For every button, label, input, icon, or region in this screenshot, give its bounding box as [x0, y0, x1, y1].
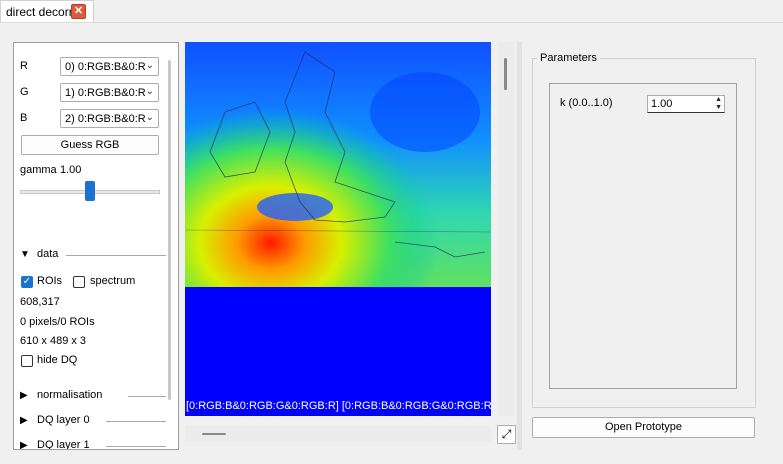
collapse-triangle-icon: ▼: [20, 249, 30, 260]
divider: [128, 396, 166, 397]
guess-rgb-button[interactable]: Guess RGB: [21, 135, 159, 155]
left-panel-scrollbar[interactable]: [168, 60, 171, 400]
channel-r-value: 0) 0:RGB:B&0:R: [65, 61, 146, 73]
image-dimensions: 610 x 489 x 3: [20, 335, 87, 347]
normalisation-label: normalisation: [37, 389, 103, 401]
channel-g-value: 1) 0:RGB:B&0:R: [65, 87, 146, 99]
data-section-label: data: [37, 248, 59, 260]
channel-r-select[interactable]: 0) 0:RGB:B&0:R ⌄: [60, 57, 159, 76]
hide-dq-label: hide DQ: [37, 354, 78, 366]
image-horizontal-scrollbar[interactable]: [185, 426, 491, 442]
gamma-label: gamma: [20, 164, 57, 176]
channel-r-label: R: [20, 60, 28, 72]
divider: [106, 421, 166, 422]
channel-b-label: B: [20, 112, 28, 124]
image-vertical-scrollbar[interactable]: [498, 42, 514, 416]
left-control-panel: R 0) 0:RGB:B&0:R ⌄ G 1) 0:RGB:B&0:R ⌄ B …: [13, 42, 179, 450]
chevron-down-icon: ⌄: [145, 60, 154, 71]
parameters-inner-panel: [549, 83, 737, 389]
k-label: k (0.0..1.0): [560, 97, 613, 109]
parameters-title: Parameters: [537, 52, 600, 64]
chevron-down-icon: ⌄: [145, 86, 154, 97]
image-caption: [0:RGB:B&0:RGB:G&0:RGB:R] [0:RGB:B&0:RGB…: [186, 400, 491, 412]
dq-layer0-section-header[interactable]: ▶ DQ layer 0: [20, 414, 166, 428]
pixels-rois-count: 0 pixels/0 ROIs: [20, 316, 95, 328]
spectrum-checkbox[interactable]: [73, 276, 85, 288]
close-icon[interactable]: ✕: [71, 4, 86, 19]
dq-layer1-section-header[interactable]: ▶ DQ layer 1: [20, 439, 166, 450]
gamma-slider-handle[interactable]: [85, 181, 95, 201]
expand-triangle-icon: ▶: [20, 440, 28, 450]
tab-direct-decorr[interactable]: direct decorr ✕: [0, 0, 94, 22]
image-caption-bar: [0:RGB:B&0:RGB:G&0:RGB:R] [0:RGB:B&0:RGB…: [185, 396, 491, 416]
tab-bar: direct decorr ✕: [0, 0, 783, 23]
dq-layer1-label: DQ layer 1: [37, 439, 90, 450]
gamma-value: 1.00: [60, 164, 82, 176]
rois-checkbox[interactable]: ✓: [21, 276, 33, 288]
rois-label: ROIs: [37, 275, 63, 287]
panel-splitter[interactable]: [517, 42, 522, 450]
hide-dq-checkbox[interactable]: [21, 355, 33, 367]
cursor-coords: 608,317: [20, 296, 60, 308]
channel-g-select[interactable]: 1) 0:RGB:B&0:R ⌄: [60, 83, 159, 102]
chevron-down-icon: ⌄: [145, 112, 154, 123]
channel-g-label: G: [20, 86, 29, 98]
scroll-thumb[interactable]: [504, 58, 507, 90]
tab-label: direct decorr: [6, 5, 73, 19]
divider: [66, 255, 166, 256]
expand-icon[interactable]: ⤢: [497, 425, 516, 444]
normalisation-section-header[interactable]: ▶ normalisation: [20, 389, 166, 403]
spin-arrows-icon[interactable]: ▲ ▼: [715, 96, 722, 112]
channel-b-select[interactable]: 2) 0:RGB:B&0:R ⌄: [60, 109, 159, 128]
data-section-header[interactable]: ▼ data: [20, 248, 166, 262]
expand-triangle-icon: ▶: [20, 390, 28, 401]
spectrum-label: spectrum: [90, 275, 136, 287]
open-prototype-button[interactable]: Open Prototype: [532, 417, 755, 438]
false-color-image: [185, 42, 491, 287]
image-canvas[interactable]: [0:RGB:B&0:RGB:G&0:RGB:R] [0:RGB:B&0:RGB…: [185, 42, 491, 416]
k-value: 1.00: [651, 98, 673, 110]
channel-b-value: 2) 0:RGB:B&0:R: [65, 113, 146, 125]
expand-triangle-icon: ▶: [20, 415, 28, 426]
k-spinbox[interactable]: 1.00 ▲ ▼: [647, 95, 725, 113]
divider: [106, 446, 166, 447]
scroll-thumb[interactable]: [202, 433, 226, 435]
dq-layer0-label: DQ layer 0: [37, 414, 90, 426]
